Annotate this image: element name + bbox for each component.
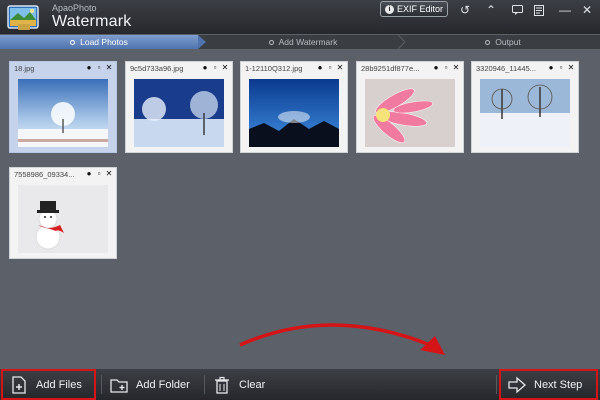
- photo-name: 3320946_11445...: [476, 64, 536, 73]
- info-icon[interactable]: ●: [547, 64, 555, 72]
- remove-icon[interactable]: ✕: [105, 64, 113, 72]
- title-bar: ApaoPhoto Watermark i EXIF Editor ↺ ⌃ — …: [0, 0, 600, 34]
- undo-icon[interactable]: ↺: [456, 2, 474, 18]
- photo-name: 9c5d733a96.jpg: [130, 64, 184, 73]
- step-arrow-icon: [398, 35, 406, 49]
- next-step-highlight: [499, 369, 598, 400]
- maximize-icon[interactable]: ▫: [95, 64, 103, 72]
- clear-button[interactable]: Clear: [213, 369, 265, 400]
- exif-editor-button[interactable]: i EXIF Editor: [380, 1, 448, 17]
- remove-icon[interactable]: ✕: [452, 64, 460, 72]
- photo-image: [18, 79, 108, 147]
- brand-subtitle: ApaoPhoto: [52, 3, 97, 13]
- step-label: Add Watermark: [278, 37, 338, 47]
- photo-thumb[interactable]: 18.jpg ● ▫ ✕: [9, 61, 117, 153]
- photo-image: [365, 79, 455, 147]
- step-load-photos[interactable]: Load Photos: [0, 35, 198, 49]
- close-icon[interactable]: ✕: [578, 2, 596, 18]
- photo-thumb[interactable]: 7558986_09334... ● ▫ ✕: [9, 167, 117, 259]
- divider: [101, 375, 102, 394]
- add-folder-icon: [110, 378, 128, 393]
- step-bar: Load Photos Add Watermark Output: [0, 35, 600, 49]
- maximize-icon[interactable]: ▫: [326, 64, 334, 72]
- remove-icon[interactable]: ✕: [336, 64, 344, 72]
- photo-thumb[interactable]: 1-12110Q312.jpg ● ▫ ✕: [240, 61, 348, 153]
- step-output[interactable]: Output: [406, 35, 600, 49]
- curved-arrow-icon: [239, 323, 445, 355]
- clear-label: Clear: [239, 378, 266, 391]
- app-logo-icon: [7, 5, 39, 30]
- info-icon[interactable]: ●: [201, 64, 209, 72]
- exif-editor-label: EXIF Editor: [396, 4, 443, 14]
- step-label: Load Photos: [80, 37, 128, 47]
- document-icon[interactable]: [530, 2, 548, 18]
- trash-icon: [215, 376, 229, 394]
- add-folder-button[interactable]: Add Folder: [110, 369, 190, 400]
- step-add-watermark[interactable]: Add Watermark: [206, 35, 400, 49]
- maximize-icon[interactable]: ▫: [442, 64, 450, 72]
- exif-icon: i: [384, 4, 394, 14]
- divider: [204, 375, 205, 394]
- photo-image: [480, 79, 570, 147]
- photo-thumb[interactable]: 28b9251df877e... ● ▫ ✕: [356, 61, 464, 153]
- step-arrow-icon: [198, 35, 206, 49]
- step-dot-icon: [485, 39, 491, 45]
- info-icon[interactable]: ●: [85, 170, 93, 178]
- photo-image: [134, 79, 224, 147]
- divider: [496, 375, 497, 394]
- photo-image: [249, 79, 339, 147]
- photo-name: 7558986_09334...: [14, 170, 75, 179]
- share-icon[interactable]: ⌃: [482, 2, 500, 18]
- app-title: Watermark: [52, 13, 132, 30]
- chat-icon[interactable]: [508, 2, 526, 18]
- maximize-icon[interactable]: ▫: [211, 64, 219, 72]
- remove-icon[interactable]: ✕: [567, 64, 575, 72]
- photo-thumb[interactable]: 9c5d733a96.jpg ● ▫ ✕: [125, 61, 233, 153]
- remove-icon[interactable]: ✕: [221, 64, 229, 72]
- photo-name: 18.jpg: [14, 64, 35, 73]
- photo-name: 1-12110Q312.jpg: [245, 64, 303, 73]
- step-dot-icon: [268, 39, 274, 45]
- add-folder-label: Add Folder: [136, 378, 190, 391]
- info-icon[interactable]: ●: [316, 64, 324, 72]
- photo-name: 28b9251df877e...: [361, 64, 420, 73]
- remove-icon[interactable]: ✕: [105, 170, 113, 178]
- maximize-icon[interactable]: ▫: [557, 64, 565, 72]
- minimize-icon[interactable]: —: [556, 2, 574, 18]
- photo-image: [18, 185, 108, 253]
- info-icon[interactable]: ●: [85, 64, 93, 72]
- photo-thumb[interactable]: 3320946_11445... ● ▫ ✕: [471, 61, 579, 153]
- step-dot-icon: [70, 39, 76, 45]
- info-icon[interactable]: ●: [432, 64, 440, 72]
- add-files-highlight: [1, 369, 96, 400]
- step-label: Output: [495, 37, 521, 47]
- maximize-icon[interactable]: ▫: [95, 170, 103, 178]
